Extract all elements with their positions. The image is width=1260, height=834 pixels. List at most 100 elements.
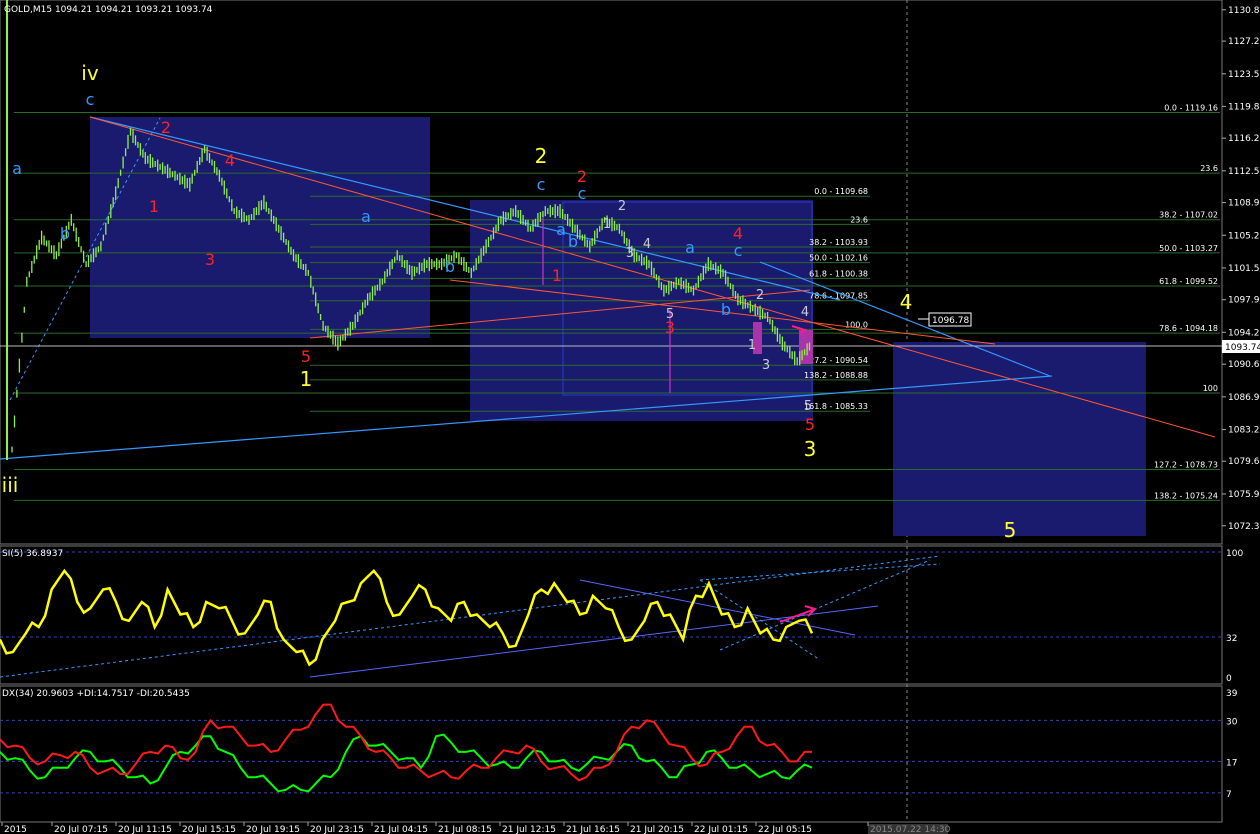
price-y-tick-label: 1116.26 bbox=[1228, 134, 1260, 144]
wave-label: 4 bbox=[801, 305, 809, 320]
wave-label: 3 bbox=[205, 250, 215, 269]
price-y-tick-label: 1097.96 bbox=[1228, 296, 1260, 306]
fib-right-label: 100 bbox=[1203, 384, 1218, 393]
price-y-tick-label: 1083.26 bbox=[1228, 426, 1260, 436]
price-y-tick-label: 1079.67 bbox=[1228, 457, 1260, 467]
time-tick-label: 21 Jul 04:15 bbox=[374, 825, 428, 834]
wave-label: 1 bbox=[552, 266, 562, 285]
time-tick-label: 21 Jul 12:15 bbox=[502, 825, 556, 834]
time-tick-label: 22 Jul 05:15 bbox=[758, 825, 812, 834]
wave-label: c bbox=[734, 241, 743, 260]
wave-label: c bbox=[578, 184, 587, 203]
rsi-y-tick-label: 100 bbox=[1226, 549, 1243, 559]
wave-label: 1 bbox=[300, 367, 313, 391]
price-y-tick-label: 1112.56 bbox=[1228, 167, 1260, 177]
wave-box-2 bbox=[470, 200, 813, 421]
rsi-y-tick-label: 32 bbox=[1226, 634, 1237, 644]
price-y-tick-label: 1090.66 bbox=[1228, 360, 1260, 370]
wave-label: a bbox=[12, 159, 22, 178]
wave-label: 5 bbox=[804, 399, 812, 414]
fib-mid-label: 127.2 - 1090.54 bbox=[804, 356, 868, 365]
wave-label: 2 bbox=[161, 118, 171, 137]
price-y-tick-label: 1123.55 bbox=[1228, 70, 1260, 80]
fib-mid-label: 23.6 bbox=[850, 215, 868, 224]
wave-label: 5 bbox=[1004, 518, 1017, 542]
wave-label: a bbox=[361, 207, 371, 226]
price-y-tick-label: 1105.26 bbox=[1228, 231, 1260, 241]
time-tick-label: 21 Jul 08:15 bbox=[438, 825, 492, 834]
wave-label: b bbox=[445, 257, 455, 276]
wave-label: 5 bbox=[301, 347, 311, 366]
price-y-tick-label: 1086.96 bbox=[1228, 393, 1260, 403]
gold-m15-chart[interactable]: 0.0 - 1119.1623.638.2 - 1107.0250.0 - 11… bbox=[0, 0, 1260, 834]
wave-label: a bbox=[685, 238, 695, 257]
fib-mid-label: 61.8 - 1100.38 bbox=[809, 269, 868, 278]
time-tick-label: 21 Jul 16:15 bbox=[566, 825, 620, 834]
fib-mid-label: 0.0 - 1109.68 bbox=[814, 187, 868, 196]
fib-right-label: 0.0 - 1119.16 bbox=[1164, 104, 1218, 113]
marker-price-label: 1096.78 bbox=[932, 316, 969, 326]
price-y-tick-label: 1075.96 bbox=[1228, 490, 1260, 500]
wave-label: 1 bbox=[603, 217, 611, 232]
time-tick-label: 2015.07.22 14:30 bbox=[870, 825, 951, 834]
wave-label: b bbox=[721, 300, 731, 319]
time-tick-label: 20 Jul 19:15 bbox=[246, 825, 300, 834]
wave-box-3 bbox=[893, 342, 1146, 536]
fib-right-label: 127.2 - 1078.73 bbox=[1154, 461, 1218, 470]
price-y-tick-label: 1072.36 bbox=[1228, 522, 1260, 532]
wave-label: 3 bbox=[665, 318, 675, 337]
time-tick-label: 21 Jul 20:15 bbox=[630, 825, 684, 834]
wave-label: iii bbox=[2, 473, 19, 497]
wave-label: c bbox=[86, 90, 95, 109]
time-tick-label: 20 Jul 07:15 bbox=[54, 825, 108, 834]
fib-right-label: 50.0 - 1103.27 bbox=[1159, 244, 1218, 253]
wave-label: 5 bbox=[805, 415, 815, 434]
price-y-tick-label: 1119.86 bbox=[1228, 102, 1260, 112]
price-y-tick-label: 1094.27 bbox=[1228, 328, 1260, 338]
fib-mid-label: 138.2 - 1088.88 bbox=[804, 371, 868, 380]
wave-label: a bbox=[556, 220, 566, 239]
wave-label: c bbox=[537, 175, 546, 194]
fib-right-label: 78.6 - 1094.18 bbox=[1159, 324, 1218, 333]
adx-y-tick-label: 30 bbox=[1226, 717, 1238, 727]
fib-right-label: 138.2 - 1075.24 bbox=[1154, 491, 1218, 500]
price-y-tick-label: 1101.56 bbox=[1228, 264, 1260, 274]
wave-label: 4 bbox=[643, 237, 651, 252]
fib-mid-label: 50.0 - 1102.16 bbox=[809, 254, 868, 263]
wave-label: 3 bbox=[626, 246, 634, 261]
price-y-tick-label: 1108.96 bbox=[1228, 199, 1260, 209]
wave-label: 3 bbox=[762, 358, 770, 373]
rsi-y-tick-label: 0 bbox=[1226, 674, 1232, 684]
rsi-header: SI(5) 36.8937 bbox=[2, 549, 63, 559]
wave-label: iv bbox=[81, 61, 99, 85]
time-tick-label: 20 Jul 15:15 bbox=[182, 825, 236, 834]
chart-title: GOLD,M15 1094.21 1094.21 1093.21 1093.74 bbox=[4, 5, 213, 15]
time-tick-label: 20 Jul 11:15 bbox=[118, 825, 172, 834]
adx-header: DX(34) 20.9603 +DI:14.7517 -DI:20.5435 bbox=[2, 689, 190, 699]
fib-mid-label: 161.8 - 1085.33 bbox=[804, 402, 868, 411]
time-tick-label: 22 Jul 01:15 bbox=[694, 825, 748, 834]
wave-label: 1 bbox=[748, 338, 756, 353]
fib-right-label: 23.6 bbox=[1200, 164, 1218, 173]
wave-label: 2 bbox=[535, 144, 548, 168]
wave-label: 3 bbox=[804, 437, 817, 461]
wave-label: 4 bbox=[225, 151, 235, 170]
wave-label: 1 bbox=[149, 197, 159, 216]
adx-y-tick-label: 17 bbox=[1226, 758, 1237, 768]
fib-right-label: 38.2 - 1107.02 bbox=[1159, 211, 1218, 220]
wave-label: b bbox=[568, 232, 578, 251]
adx-y-tick-label: 7 bbox=[1226, 790, 1232, 800]
wave-label: 2 bbox=[618, 199, 626, 214]
wave-label: b bbox=[60, 224, 70, 243]
fib-right-label: 61.8 - 1099.52 bbox=[1159, 277, 1218, 286]
price-y-tick-label: 1127.25 bbox=[1228, 37, 1260, 47]
fib-mid-label: 38.2 - 1103.93 bbox=[809, 238, 868, 247]
time-tick-label: 20 Jul 23:15 bbox=[310, 825, 364, 834]
wave-label: 4 bbox=[900, 290, 913, 314]
wave-label: 2 bbox=[756, 288, 764, 303]
magenta-bar-2 bbox=[799, 330, 813, 364]
current-price-label: 1093.74 bbox=[1225, 343, 1260, 353]
adx-y-tick-label: 39 bbox=[1226, 689, 1238, 699]
price-y-tick-label: 1130.80 bbox=[1228, 6, 1260, 16]
time-tick-label: 2015 bbox=[4, 825, 27, 834]
